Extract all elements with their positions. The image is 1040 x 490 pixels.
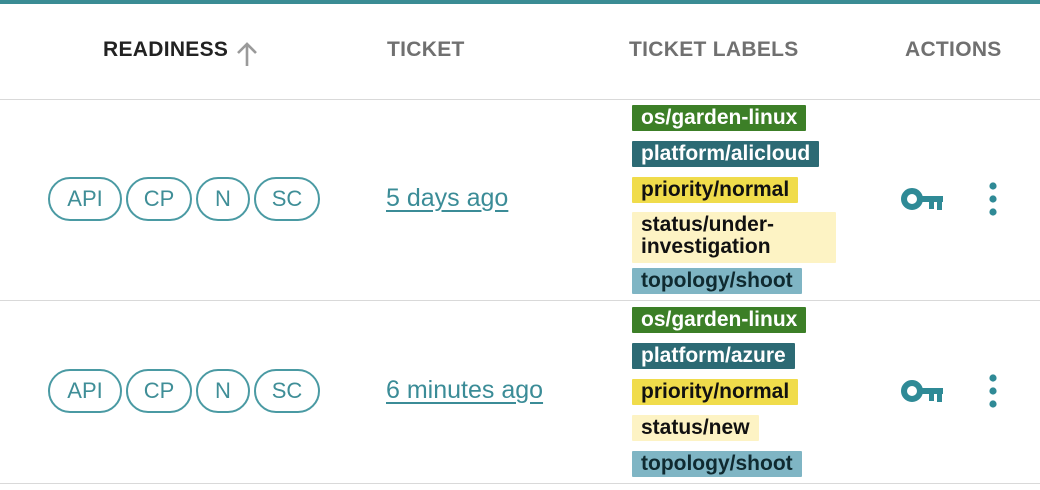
ticket-label: priority/normal	[632, 177, 799, 203]
ticket-link[interactable]: 5 days ago	[386, 184, 508, 213]
column-header-actions: ACTIONS	[905, 38, 1002, 61]
readiness-chip-cp[interactable]: CP	[126, 369, 192, 413]
ticket-label: os/garden-linux	[632, 307, 807, 333]
ticket-label: topology/shoot	[632, 451, 802, 477]
arrow-up-icon[interactable]	[234, 40, 260, 68]
table-row: API CP N SC 5 days ago os/garden-linux p…	[0, 100, 1040, 301]
readiness-chip-sc[interactable]: SC	[254, 177, 320, 221]
ticket-label: priority/normal	[632, 379, 799, 405]
ticket-label: platform/alicloud	[632, 141, 820, 167]
ticket-label: topology/shoot	[632, 268, 802, 294]
more-vert-icon[interactable]	[985, 373, 1001, 409]
readiness-chip-n[interactable]: N	[196, 177, 250, 221]
key-icon[interactable]	[901, 380, 945, 404]
ticket-label: status/under-investigation	[632, 212, 836, 263]
column-header-ticket-labels[interactable]: TICKET LABELS	[629, 38, 799, 62]
ticket-label: status/new	[632, 415, 759, 441]
readiness-chip-sc[interactable]: SC	[254, 369, 320, 413]
readiness-chip-n[interactable]: N	[196, 369, 250, 413]
ticket-label: os/garden-linux	[632, 105, 807, 131]
ticket-link[interactable]: 6 minutes ago	[386, 376, 543, 405]
key-icon[interactable]	[901, 188, 945, 212]
more-vert-icon[interactable]	[985, 181, 1001, 217]
readiness-chip-api[interactable]: API	[48, 177, 122, 221]
readiness-chip-api[interactable]: API	[48, 369, 122, 413]
table-row: API CP N SC 6 minutes ago os/garden-linu…	[0, 301, 1040, 484]
table-header: READINESS TICKET TICKET LABELS ACTIONS	[0, 4, 1040, 100]
readiness-chip-cp[interactable]: CP	[126, 177, 192, 221]
column-header-ticket[interactable]: TICKET	[387, 38, 465, 62]
ticket-label: platform/azure	[632, 343, 795, 369]
column-header-readiness[interactable]: READINESS	[103, 38, 228, 62]
